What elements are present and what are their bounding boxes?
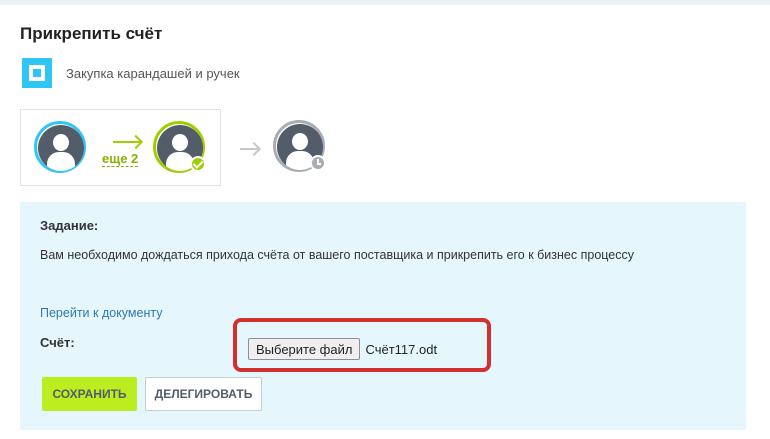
arrow-right-icon xyxy=(113,141,140,143)
user-avatar-icon xyxy=(38,125,84,171)
choose-file-button[interactable]: Выберите файл xyxy=(248,338,361,360)
task-heading: Задание: xyxy=(40,218,99,233)
top-strip xyxy=(0,0,770,5)
arrow-right-icon xyxy=(240,148,258,150)
invoice-label: Счёт: xyxy=(40,335,75,350)
go-to-document-link[interactable]: Перейти к документу xyxy=(40,306,162,320)
completed-participant-avatar[interactable] xyxy=(153,121,206,173)
current-participant-avatar[interactable] xyxy=(273,120,326,172)
invoice-file-input: Выберите файл Счёт117.odt xyxy=(248,338,437,360)
check-icon xyxy=(190,156,206,172)
save-button[interactable]: Сохранить xyxy=(42,377,137,411)
task-panel: Задание: Вам необходимо дождаться приход… xyxy=(20,202,746,430)
clock-icon xyxy=(310,155,326,171)
more-participants-link[interactable]: еще 2 xyxy=(102,152,139,167)
process-name: Закупка карандашей и ручек xyxy=(66,65,240,81)
selected-file-name: Счёт117.odt xyxy=(365,341,438,357)
delegate-button[interactable]: Делегировать xyxy=(145,377,262,411)
task-description: Вам необходимо дождаться прихода счёта о… xyxy=(40,248,634,262)
workflow-participants: еще 2 xyxy=(20,109,221,186)
author-avatar[interactable] xyxy=(34,121,86,173)
page-title: Прикрепить счёт xyxy=(20,24,163,43)
process-square-icon xyxy=(22,58,52,88)
process-header: Закупка карандашей и ручек xyxy=(22,58,240,88)
